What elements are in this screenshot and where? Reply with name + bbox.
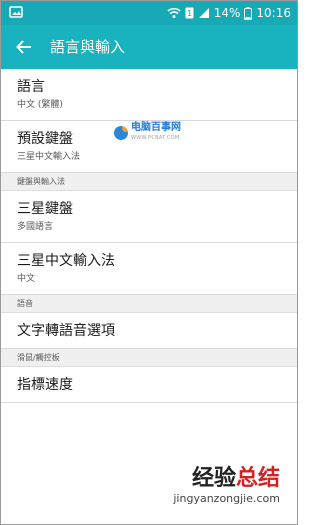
item-subtitle: 多國語言 xyxy=(17,222,54,232)
footer-brand-red: 总结 xyxy=(235,466,280,491)
app-bar: 語言與輸入 xyxy=(1,25,297,69)
wifi-icon xyxy=(167,7,181,18)
sim-icon: 1 xyxy=(185,7,194,19)
svg-text:1: 1 xyxy=(187,9,192,18)
battery-percent: 14% xyxy=(213,6,241,20)
settings-list: 語言 中文 (繁體) 預設鍵盤 三星中文輸入法 鍵盤與輸入法 三星鍵盤 多國語言… xyxy=(1,69,297,403)
item-title: 三星鍵盤 xyxy=(17,201,73,217)
section-header-keyboard: 鍵盤與輸入法 xyxy=(1,173,297,191)
watermark-url: WWW.PCBAT.COM xyxy=(131,135,180,141)
item-subtitle: 中文 xyxy=(17,274,36,284)
item-title: 指標速度 xyxy=(17,377,73,393)
watermark-text: 电脑百事网 xyxy=(131,122,181,133)
footer-brand-black: 经验 xyxy=(191,466,236,491)
status-right: 1 14% 10:16 xyxy=(167,5,291,21)
list-item-language[interactable]: 語言 中文 (繁體) xyxy=(1,69,297,121)
signal-icon xyxy=(198,8,209,18)
page-title: 語言與輸入 xyxy=(50,38,126,56)
status-bar: 1 14% 10:16 xyxy=(1,1,297,25)
footer-brand: 经验总结 xyxy=(173,467,280,491)
battery-icon xyxy=(244,6,253,20)
section-header-voice: 語音 xyxy=(1,295,297,313)
list-item-samsung-keyboard[interactable]: 三星鍵盤 多國語言 xyxy=(1,191,297,243)
footer-url: jingyanzongjie.com xyxy=(173,492,280,505)
section-header-mouse: 滑鼠/觸控板 xyxy=(1,349,297,367)
list-item-pointer-speed[interactable]: 指標速度 xyxy=(1,367,297,403)
site-watermark: 电脑百事网 WWW.PCBAT.COM xyxy=(114,123,181,143)
footer-watermark: 经验总结 jingyanzongjie.com xyxy=(173,467,280,505)
list-item-samsung-chinese-input[interactable]: 三星中文輸入法 中文 xyxy=(1,243,297,295)
back-button[interactable] xyxy=(11,34,37,60)
item-subtitle: 中文 (繁體) xyxy=(17,100,63,110)
list-item-tts[interactable]: 文字轉語音選項 xyxy=(1,313,297,349)
item-subtitle: 三星中文輸入法 xyxy=(17,152,81,162)
item-title: 三星中文輸入法 xyxy=(17,253,115,269)
item-title: 文字轉語音選項 xyxy=(17,323,115,339)
back-arrow-icon xyxy=(16,40,31,54)
clock: 10:16 xyxy=(256,6,291,20)
item-title: 語言 xyxy=(17,79,45,95)
watermark-logo-icon xyxy=(114,126,128,140)
image-icon xyxy=(9,6,23,18)
